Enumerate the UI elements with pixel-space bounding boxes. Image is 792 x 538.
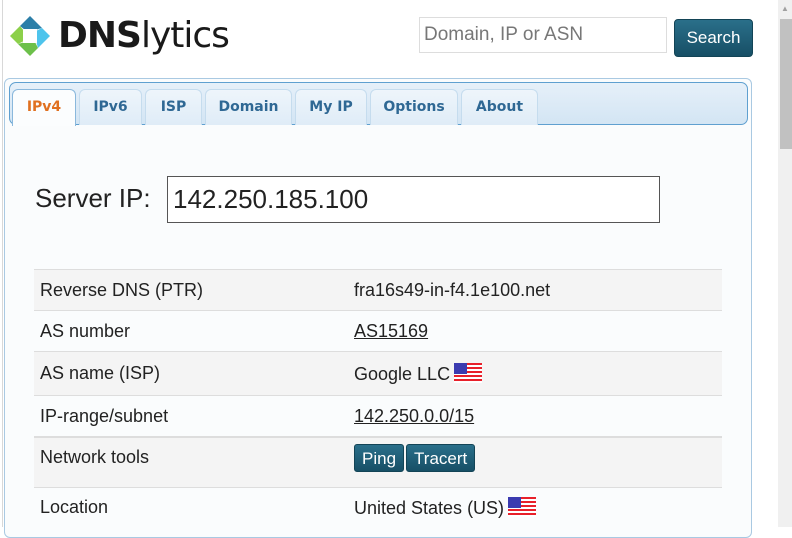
row-label: AS number [34,310,348,352]
row-label: Network tools [34,436,348,488]
table-row-reverse-dns: Reverse DNS (PTR) fra16s49-in-f4.1e100.n… [34,269,722,311]
tab-isp[interactable]: ISP [145,89,202,125]
table-row-network-tools: Network tools Ping Tracert [34,436,722,488]
tab-ipv6[interactable]: IPv6 [79,89,142,125]
row-label: IP-range/subnet [34,395,348,438]
ping-button[interactable]: Ping [354,444,405,472]
server-ip-input[interactable] [167,176,660,223]
tab-my-ip[interactable]: My IP [295,89,367,125]
search-input[interactable] [419,17,667,53]
as-number-link[interactable]: AS15169 [354,321,428,341]
us-flag-icon [454,362,483,383]
reverse-dns-value: fra16s49-in-f4.1e100.net [348,269,722,311]
dnslytics-logo-icon [10,16,50,56]
page-edge [2,0,3,527]
table-row-location: Location United States (US) [34,487,722,537]
row-label: AS name (ISP) [34,351,348,396]
tracert-button[interactable]: Tracert [406,444,476,472]
location-value: United States (US) [354,498,505,518]
server-ip-label: Server IP: [35,183,151,213]
logo-text: DNSlytics [58,15,230,56]
ip-info-table: Reverse DNS (PTR) fra16s49-in-f4.1e100.n… [34,269,722,537]
table-row-as-name: AS name (ISP) Google LLC [34,351,722,396]
vertical-scrollbar[interactable]: ▲ [778,0,792,527]
tab-domain[interactable]: Domain [205,89,292,125]
search-button[interactable]: Search [674,19,753,57]
ip-range-link[interactable]: 142.250.0.0/15 [354,406,474,426]
table-row-as-number: AS number AS15169 [34,310,722,352]
us-flag-icon [508,497,537,517]
as-name-value: Google LLC [354,363,451,384]
tab-ipv4[interactable]: IPv4 [12,89,76,126]
scrollbar-thumb[interactable] [780,19,792,149]
row-label: Reverse DNS (PTR) [34,269,348,311]
table-row-ip-range: IP-range/subnet 142.250.0.0/15 [34,395,722,438]
tab-about[interactable]: About [461,89,538,125]
logo[interactable]: DNSlytics [8,14,230,58]
scroll-up-arrow-icon[interactable]: ▲ [778,2,792,16]
tab-options[interactable]: Options [370,89,458,125]
row-label: Location [34,487,348,537]
